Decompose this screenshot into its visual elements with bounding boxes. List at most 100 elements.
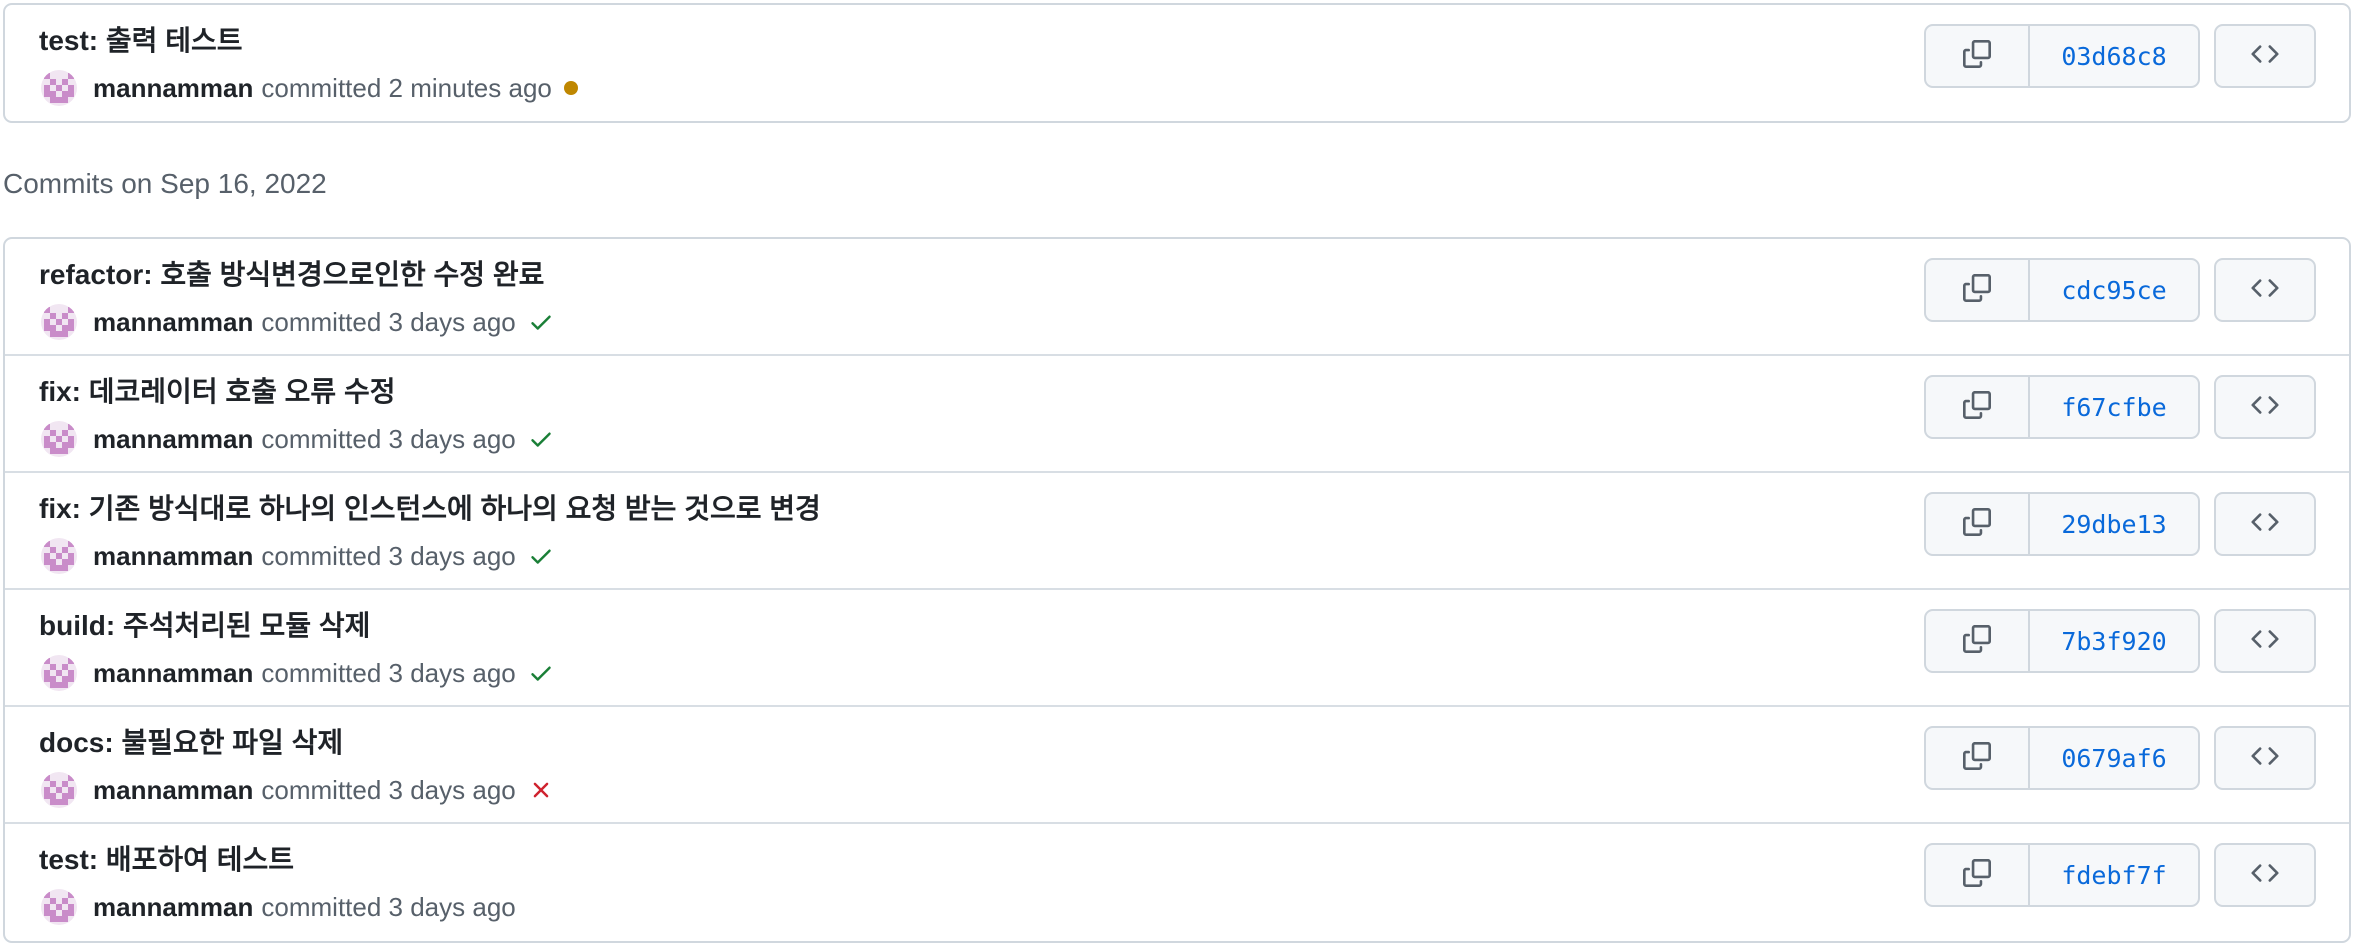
avatar-pixel xyxy=(68,910,74,916)
commit-author-link[interactable]: mannamman xyxy=(93,658,253,689)
copy-sha-button[interactable] xyxy=(1926,611,2030,671)
check-icon xyxy=(531,432,551,447)
avatar-pixel xyxy=(62,331,68,337)
browse-files-button[interactable] xyxy=(2214,609,2316,673)
pending-dot-icon xyxy=(563,81,578,95)
commit-message-link[interactable]: docs: 불필요한 파일 삭제 xyxy=(39,725,343,761)
browse-files-button[interactable] xyxy=(2214,492,2316,556)
commit-row: test: 배포하여 테스트 mannamman committed 3 day… xyxy=(5,824,2349,941)
avatar[interactable] xyxy=(41,772,77,808)
avatar-pixel xyxy=(68,775,74,781)
sha-button-group: f67cfbe xyxy=(1924,375,2200,439)
commit-message-link[interactable]: refactor: 호출 방식변경으로인한 수정 완료 xyxy=(39,257,544,293)
commit-row: test: 출력 테스트 mannamman committed 2 minut… xyxy=(5,5,2349,121)
commit-author-link[interactable]: mannamman xyxy=(93,892,253,923)
commit-time: committed 3 days ago xyxy=(261,423,516,454)
commit-sha-link[interactable]: f67cfbe xyxy=(2030,377,2198,437)
commit-group-sep-16: refactor: 호출 방식변경으로인한 수정 완료 mannamman co… xyxy=(3,237,2351,943)
commit-sha-link[interactable]: cdc95ce xyxy=(2030,260,2198,320)
avatar-pixel xyxy=(62,916,68,922)
commit-time: committed 3 days ago xyxy=(261,306,516,337)
avatar-pixel xyxy=(68,559,74,565)
commit-meta: mannamman committed 3 days ago xyxy=(41,304,554,340)
commit-row: refactor: 호출 방식변경으로인한 수정 완료 mannamman co… xyxy=(5,239,2349,356)
avatar-pixel xyxy=(62,448,68,454)
sha-button-group: 29dbe13 xyxy=(1924,492,2200,556)
commit-author-link[interactable]: mannamman xyxy=(93,424,253,455)
commit-author-link[interactable]: mannamman xyxy=(93,541,253,572)
avatar-pixel xyxy=(68,91,74,97)
status-indicator[interactable] xyxy=(563,81,578,95)
status-indicator[interactable] xyxy=(528,543,554,569)
code-icon xyxy=(2251,625,2279,658)
avatar[interactable] xyxy=(41,538,77,574)
commit-time: committed 3 days ago xyxy=(261,540,516,571)
browse-files-button[interactable] xyxy=(2214,726,2316,790)
sha-button-group: 0679af6 xyxy=(1924,726,2200,790)
copy-sha-button[interactable] xyxy=(1926,26,2030,86)
commit-sha-link[interactable]: fdebf7f xyxy=(2030,845,2198,905)
copy-sha-button[interactable] xyxy=(1926,377,2030,437)
code-icon xyxy=(2251,274,2279,307)
status-indicator[interactable] xyxy=(528,426,554,452)
browse-files-button[interactable] xyxy=(2214,375,2316,439)
copy-sha-button[interactable] xyxy=(1926,260,2030,320)
code-icon xyxy=(2251,508,2279,541)
sha-button-group: 7b3f920 xyxy=(1924,609,2200,673)
copy-sha-button[interactable] xyxy=(1926,728,2030,788)
code-icon xyxy=(2251,742,2279,775)
commit-meta: mannamman committed 2 minutes ago xyxy=(41,70,578,106)
browse-files-button[interactable] xyxy=(2214,843,2316,907)
commit-time: committed 3 days ago xyxy=(261,657,516,688)
commit-author-link[interactable]: mannamman xyxy=(93,307,253,338)
avatar-pixel xyxy=(62,97,68,103)
status-indicator[interactable] xyxy=(528,309,554,335)
sha-button-group: cdc95ce xyxy=(1924,258,2200,322)
avatar-pixel xyxy=(68,892,74,898)
sha-button-group: 03d68c8 xyxy=(1924,24,2200,88)
commit-group-recent: test: 출력 테스트 mannamman committed 2 minut… xyxy=(3,3,2351,123)
status-indicator[interactable] xyxy=(528,777,554,803)
commit-meta: mannamman committed 3 days ago xyxy=(41,655,554,691)
commit-sha-link[interactable]: 7b3f920 xyxy=(2030,611,2198,671)
commit-sha-link[interactable]: 03d68c8 xyxy=(2030,26,2198,86)
copy-sha-button[interactable] xyxy=(1926,845,2030,905)
commit-message-link[interactable]: test: 배포하여 테스트 xyxy=(39,842,294,878)
commit-meta: mannamman committed 3 days ago xyxy=(41,421,554,457)
commit-history: test: 출력 테스트 mannamman committed 2 minut… xyxy=(0,0,2358,946)
avatar-pixel xyxy=(68,793,74,799)
copy-icon xyxy=(1963,273,1991,307)
avatar-pixel xyxy=(68,73,74,79)
code-icon xyxy=(2251,40,2279,73)
avatar-pixel xyxy=(68,325,74,331)
avatar[interactable] xyxy=(41,421,77,457)
copy-sha-button[interactable] xyxy=(1926,494,2030,554)
commit-time: committed 3 days ago xyxy=(261,891,516,922)
commit-meta: mannamman committed 3 days ago xyxy=(41,772,554,808)
x-icon xyxy=(533,782,549,798)
commit-sha-link[interactable]: 29dbe13 xyxy=(2030,494,2198,554)
sha-button-group: fdebf7f xyxy=(1924,843,2200,907)
browse-files-button[interactable] xyxy=(2214,258,2316,322)
commit-message-link[interactable]: build: 주석처리된 모듈 삭제 xyxy=(39,608,370,644)
commit-time: committed 2 minutes ago xyxy=(261,72,552,103)
avatar-pixel xyxy=(68,442,74,448)
commit-sha-link[interactable]: 0679af6 xyxy=(2030,728,2198,788)
commit-author-link[interactable]: mannamman xyxy=(93,775,253,806)
commit-time: committed 3 days ago xyxy=(261,774,516,805)
status-indicator[interactable] xyxy=(528,660,554,686)
commit-message-link[interactable]: fix: 기존 방식대로 하나의 인스턴스에 하나의 요청 받는 것으로 변경 xyxy=(39,491,821,527)
check-icon xyxy=(531,315,551,330)
avatar[interactable] xyxy=(41,304,77,340)
avatar-pixel xyxy=(68,658,74,664)
avatar-pixel xyxy=(62,682,68,688)
browse-files-button[interactable] xyxy=(2214,24,2316,88)
avatar[interactable] xyxy=(41,655,77,691)
avatar[interactable] xyxy=(41,889,77,925)
commit-message-link[interactable]: test: 출력 테스트 xyxy=(39,23,242,59)
avatar[interactable] xyxy=(41,70,77,106)
commit-author-link[interactable]: mannamman xyxy=(93,73,253,104)
check-icon xyxy=(531,549,551,564)
commit-message-link[interactable]: fix: 데코레이터 호출 오류 수정 xyxy=(39,374,395,410)
commit-row: fix: 기존 방식대로 하나의 인스턴스에 하나의 요청 받는 것으로 변경 … xyxy=(5,473,2349,590)
